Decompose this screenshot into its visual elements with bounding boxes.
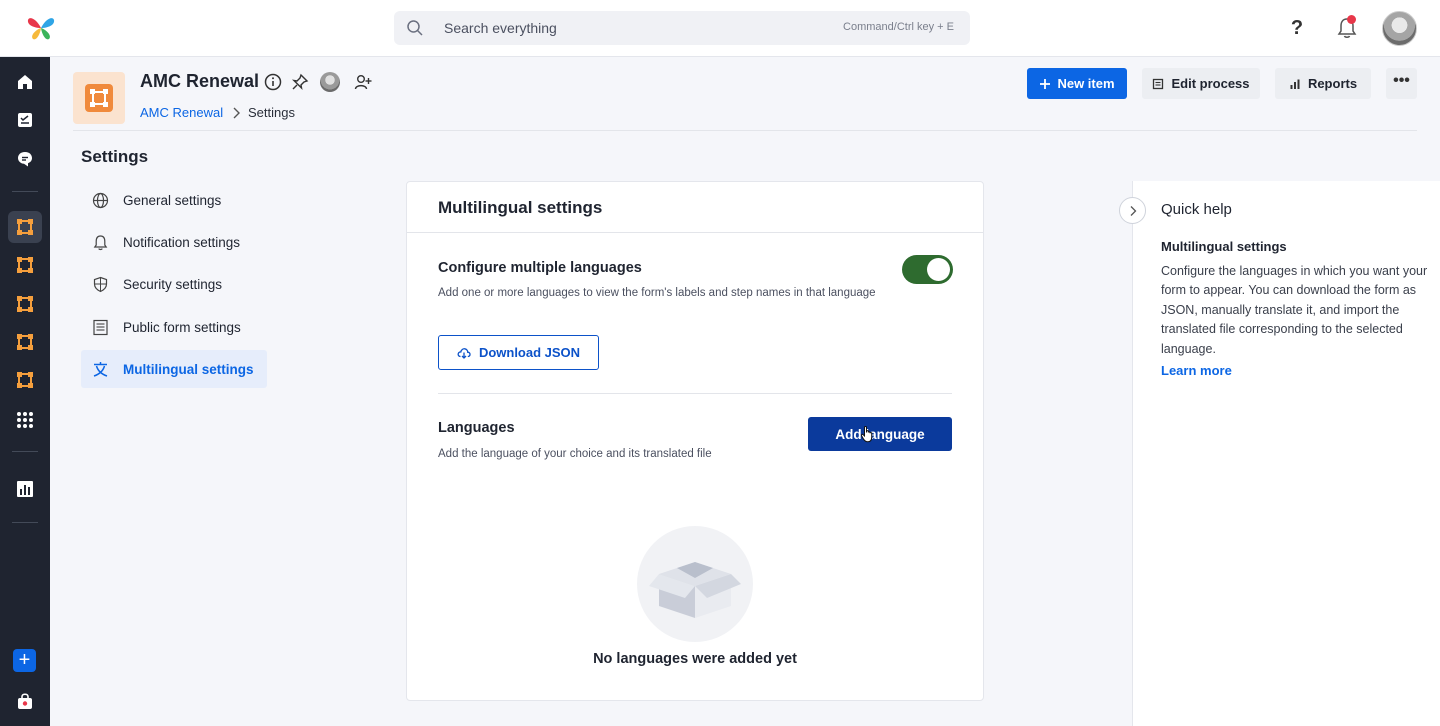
menu-item-label: Notification settings <box>123 234 241 250</box>
search-placeholder: Search everything <box>444 20 557 36</box>
collapse-panel-button[interactable] <box>1119 197 1146 224</box>
left-nav-rail: + <box>0 57 50 726</box>
process-icon[interactable] <box>8 288 42 320</box>
menu-item-label: General settings <box>123 192 222 208</box>
menu-item-multilingual-settings[interactable]: Multilingual settings <box>81 350 267 388</box>
empty-state-illustration <box>637 526 753 642</box>
menu-item-public-form-settings[interactable]: Public form settings <box>81 308 267 346</box>
chat-icon[interactable] <box>8 143 42 175</box>
empty-box-icon <box>649 562 741 618</box>
process-icon[interactable] <box>8 249 42 281</box>
learn-more-link[interactable]: Learn more <box>1161 363 1232 378</box>
multilingual-settings-card: Multilingual settings Configure multiple… <box>406 181 984 701</box>
menu-item-label: Public form settings <box>123 319 241 335</box>
download-json-button[interactable]: Download JSON <box>438 335 599 370</box>
analytics-icon[interactable] <box>8 473 42 505</box>
page-title: AMC Renewal <box>140 71 260 91</box>
menu-item-label: Multilingual settings <box>123 361 254 377</box>
process-icon[interactable] <box>8 326 42 358</box>
translate-icon <box>91 360 109 378</box>
pin-icon[interactable] <box>291 73 309 91</box>
marketplace-bag-icon[interactable] <box>8 685 42 717</box>
section-divider <box>438 393 952 394</box>
menu-item-general-settings[interactable]: General settings <box>81 181 267 219</box>
process-icon-active[interactable] <box>8 211 42 243</box>
create-plus-icon[interactable]: + <box>13 649 36 672</box>
languages-title: Languages <box>438 420 515 436</box>
top-bar: Search everything Command/Ctrl key + E ? <box>0 0 1440 57</box>
configure-languages-title: Configure multiple languages <box>438 260 642 276</box>
apps-grid-icon[interactable] <box>8 404 42 436</box>
process-logo <box>73 72 125 124</box>
app-logo-icon[interactable] <box>26 14 56 42</box>
more-options-button[interactable]: ••• <box>1386 68 1417 99</box>
menu-item-security-settings[interactable]: Security settings <box>81 265 267 303</box>
card-header-divider <box>407 232 983 233</box>
reports-label: Reports <box>1307 76 1358 91</box>
notification-dot <box>1347 15 1356 24</box>
configure-languages-description: Add one or more languages to view the fo… <box>438 287 876 299</box>
form-icon <box>91 318 109 336</box>
process-logo-icon <box>85 84 113 112</box>
add-language-button[interactable]: Add language <box>808 417 952 451</box>
bell-icon <box>91 233 109 251</box>
member-avatar[interactable] <box>320 72 340 92</box>
add-member-icon[interactable] <box>354 73 372 91</box>
quick-help-title: Quick help <box>1161 201 1232 218</box>
breadcrumb-link[interactable]: AMC Renewal <box>140 105 223 120</box>
user-avatar[interactable] <box>1382 11 1417 46</box>
search-shortcut-hint: Command/Ctrl key + E <box>843 21 954 33</box>
search-icon <box>407 20 423 36</box>
settings-heading: Settings <box>81 147 149 166</box>
card-title: Multilingual settings <box>438 198 603 217</box>
cloud-download-icon <box>457 347 471 359</box>
header-divider <box>73 130 1417 131</box>
chevron-right-icon <box>1130 205 1136 216</box>
quick-help-subtitle: Multilingual settings <box>1161 239 1287 254</box>
globe-icon <box>91 191 109 209</box>
reports-button[interactable]: Reports <box>1275 68 1371 99</box>
home-icon[interactable] <box>8 66 42 98</box>
help-icon[interactable]: ? <box>1284 15 1310 41</box>
empty-state-text: No languages were added yet <box>593 651 797 667</box>
edit-process-button[interactable]: Edit process <box>1142 68 1260 99</box>
languages-description: Add the language of your choice and its … <box>438 448 712 460</box>
search-bar[interactable]: Search everything Command/Ctrl key + E <box>394 11 970 45</box>
breadcrumb-current: Settings <box>248 105 295 120</box>
toggle-knob <box>927 258 950 281</box>
edit-process-label: Edit process <box>1171 76 1250 91</box>
chevron-right-icon <box>233 107 240 119</box>
rail-separator <box>12 191 38 192</box>
document-icon <box>1153 78 1164 89</box>
plus-icon <box>1040 78 1051 89</box>
shield-icon <box>91 275 109 293</box>
menu-item-label: Security settings <box>123 276 223 292</box>
process-icon[interactable] <box>8 364 42 396</box>
new-item-button[interactable]: New item <box>1027 68 1127 99</box>
rail-separator <box>12 522 38 523</box>
rail-separator <box>12 451 38 452</box>
tasks-icon[interactable] <box>8 104 42 136</box>
info-icon[interactable] <box>264 73 282 91</box>
hand-cursor-icon <box>860 426 873 443</box>
menu-item-notification-settings[interactable]: Notification settings <box>81 223 267 261</box>
new-item-label: New item <box>1057 76 1115 91</box>
download-json-label: Download JSON <box>478 345 581 360</box>
quick-help-body: Configure the languages in which you wan… <box>1161 264 1428 356</box>
quick-help-panel: Quick help Multilingual settings Configu… <box>1132 181 1440 726</box>
multilingual-toggle[interactable] <box>902 255 953 284</box>
bar-chart-icon <box>1290 79 1300 89</box>
